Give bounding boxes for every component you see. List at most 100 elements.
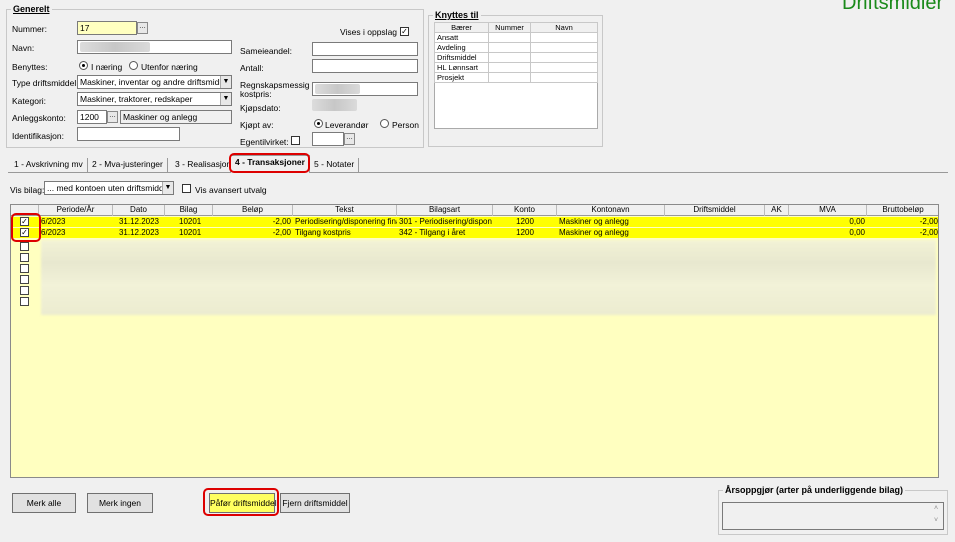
identifikasjon-label: Identifikasjon: bbox=[12, 131, 64, 141]
col-brutto[interactable]: Bruttobeløp bbox=[867, 205, 938, 216]
antall-label: Antall: bbox=[240, 63, 264, 73]
avansert-label: Vis avansert utvalg bbox=[195, 185, 267, 195]
merk-ingen-button[interactable]: Merk ingen bbox=[87, 493, 153, 513]
tab-notater[interactable]: 5 - Notater bbox=[310, 158, 360, 172]
cell-periode: 6/2023 bbox=[41, 217, 66, 226]
kostpris-input[interactable] bbox=[312, 82, 418, 96]
cell-belop: -2,00 bbox=[272, 217, 291, 226]
knyttes-row[interactable]: HL Lønnsart bbox=[434, 62, 598, 73]
transactions-grid: Periode/År Dato Bilag Beløp Tekst Bilags… bbox=[10, 204, 939, 478]
navn-input[interactable] bbox=[77, 40, 232, 54]
egentilvirket-checkbox[interactable] bbox=[291, 136, 300, 145]
vis-bilag-value: ... med kontoen uten driftsmiddel bbox=[47, 183, 171, 193]
col-kontonavn[interactable]: Kontonavn bbox=[557, 205, 665, 216]
col-mva[interactable]: MVA bbox=[789, 205, 867, 216]
cell-driftsmiddel bbox=[665, 217, 765, 227]
cell-ak bbox=[765, 217, 789, 227]
arsoppgjor-textbox[interactable] bbox=[722, 502, 944, 530]
highlight-checkboxes bbox=[11, 213, 41, 242]
kategori-label: Kategori: bbox=[12, 96, 47, 106]
knyttes-row[interactable]: Driftsmiddel bbox=[434, 52, 598, 63]
tab-avskrivning[interactable]: 1 - Avskrivning mv bbox=[10, 158, 88, 172]
anleggskonto-name: Maskiner og anlegg bbox=[120, 110, 232, 124]
table-row[interactable]: ✓ 6/2023 31.12.2023 10201 -2,00 Periodis… bbox=[11, 217, 938, 227]
nummer-lookup-button[interactable]: … bbox=[137, 22, 148, 34]
cell-bilag: 10201 bbox=[179, 217, 202, 226]
col-tekst[interactable]: Tekst bbox=[293, 205, 397, 216]
col-driftsmiddel[interactable]: Driftsmiddel bbox=[665, 205, 765, 216]
row-checkbox[interactable] bbox=[20, 242, 29, 251]
kjopt-leverandor-radio[interactable] bbox=[314, 119, 323, 128]
kjopt-person-radio[interactable] bbox=[380, 119, 389, 128]
sameieandel-input[interactable] bbox=[312, 42, 418, 56]
col-ak[interactable]: AK bbox=[765, 205, 789, 216]
merk-alle-button[interactable]: Merk alle bbox=[12, 493, 76, 513]
chevron-down-icon[interactable]: ▼ bbox=[220, 76, 231, 88]
redacted-rows bbox=[41, 240, 936, 315]
col-periode[interactable]: Periode/År bbox=[39, 205, 113, 216]
knyttes-row[interactable]: Avdeling bbox=[434, 42, 598, 53]
cell-bilagsart: 301 - Periodisering/dispon bbox=[399, 217, 492, 226]
cell-periode: 6/2023 bbox=[41, 228, 66, 237]
kjopt-person-label: Person bbox=[392, 120, 419, 130]
col-bilag[interactable]: Bilag bbox=[165, 205, 213, 216]
cell-brutto: -2,00 bbox=[919, 217, 938, 226]
col-bilagsart[interactable]: Bilagsart bbox=[397, 205, 493, 216]
kjopsdato-label: Kjøpsdato: bbox=[240, 103, 281, 113]
arsoppgjor-legend: Årsoppgjør (arter på underliggende bilag… bbox=[725, 485, 904, 495]
tab-mva-justeringer[interactable]: 2 - Mva-justeringer bbox=[88, 158, 168, 172]
identifikasjon-input[interactable] bbox=[77, 127, 180, 141]
col-dato[interactable]: Dato bbox=[113, 205, 165, 216]
tab-realisasjon[interactable]: 3 - Realisasjon bbox=[171, 158, 237, 172]
vis-bilag-select[interactable]: ... med kontoen uten driftsmiddel ▼ bbox=[44, 181, 174, 195]
knyttes-cell: Avdeling bbox=[434, 42, 489, 53]
knyttes-header-nummer: Nummer bbox=[488, 22, 531, 33]
highlight-pafor bbox=[203, 488, 279, 516]
benyttes-utenfor-radio[interactable] bbox=[129, 61, 138, 70]
nummer-label: Nummer: bbox=[12, 24, 47, 34]
row-checkbox[interactable] bbox=[20, 253, 29, 262]
cell-kontonavn: Maskiner og anlegg bbox=[559, 228, 629, 237]
antall-input[interactable] bbox=[312, 59, 418, 73]
navn-label: Navn: bbox=[12, 43, 35, 53]
row-checkbox[interactable] bbox=[20, 297, 29, 306]
vises-checkbox[interactable]: ✓ bbox=[400, 27, 409, 36]
redacted-text bbox=[315, 84, 360, 94]
cell-dato: 31.12.2023 bbox=[118, 228, 160, 237]
benyttes-naering-radio[interactable] bbox=[79, 61, 88, 70]
chevron-down-icon[interactable]: ▼ bbox=[162, 182, 173, 194]
benyttes-naering-label: I næring bbox=[91, 62, 123, 72]
row-checkbox[interactable] bbox=[20, 286, 29, 295]
cell-kontonavn: Maskiner og anlegg bbox=[559, 217, 629, 226]
cell-mva: 0,00 bbox=[849, 228, 865, 237]
anleggskonto-lookup-button[interactable]: … bbox=[107, 111, 118, 123]
avansert-checkbox[interactable] bbox=[182, 184, 191, 193]
app-title: Driftsmidler bbox=[842, 0, 944, 14]
grid-header: Periode/År Dato Bilag Beløp Tekst Bilags… bbox=[11, 205, 938, 216]
col-konto[interactable]: Konto bbox=[493, 205, 557, 216]
cell-bilag: 10201 bbox=[179, 228, 202, 237]
knyttes-row[interactable]: Ansatt bbox=[434, 32, 598, 43]
knyttes-row[interactable]: Prosjekt bbox=[434, 72, 598, 83]
cell-dato: 31.12.2023 bbox=[118, 217, 160, 226]
col-belop[interactable]: Beløp bbox=[213, 205, 293, 216]
table-row[interactable]: ✓ 6/2023 31.12.2023 10201 -2,00 Tilgang … bbox=[11, 228, 938, 238]
kjopt-av-label: Kjøpt av: bbox=[240, 120, 274, 130]
type-select[interactable]: Maskiner, inventar og andre driftsmidler… bbox=[77, 75, 232, 89]
vises-label: Vises i oppslag bbox=[340, 27, 398, 37]
knyttes-cell: Prosjekt bbox=[434, 72, 489, 83]
chevron-down-icon[interactable]: ▼ bbox=[220, 93, 231, 105]
cell-bilagsart: 342 - Tilgang i året bbox=[399, 228, 466, 237]
cell-ak bbox=[765, 228, 789, 238]
cell-konto: 1200 bbox=[516, 228, 534, 237]
fjern-driftsmiddel-button[interactable]: Fjern driftsmiddel bbox=[280, 493, 350, 513]
row-checkbox[interactable] bbox=[20, 264, 29, 273]
scroll-arrows-icon[interactable]: ˄ ˅ bbox=[930, 503, 942, 529]
egentilvirket-input[interactable] bbox=[312, 132, 344, 146]
nummer-input[interactable]: 17 bbox=[77, 21, 137, 35]
row-checkbox[interactable] bbox=[20, 275, 29, 284]
knyttes-legend: Knyttes til bbox=[435, 10, 479, 20]
kategori-select[interactable]: Maskiner, traktorer, redskaper ▼ bbox=[77, 92, 232, 106]
egentilvirket-lookup-button[interactable]: … bbox=[344, 133, 355, 145]
anleggskonto-input[interactable]: 1200 bbox=[77, 110, 107, 124]
